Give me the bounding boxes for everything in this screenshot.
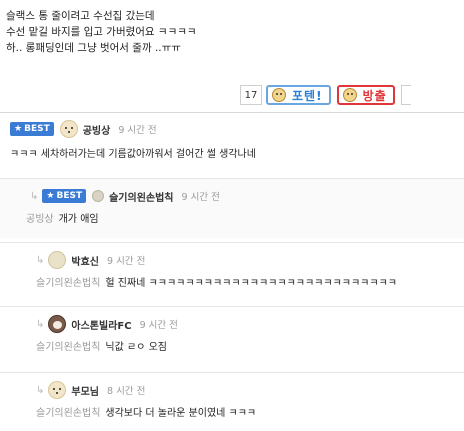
post-line: 수선 맡길 바지를 입고 가버렸어요 ㅋㅋㅋㅋ xyxy=(6,26,197,38)
comment-text: 슬기의왼손법칙 닉값 ㄹㅇ 오짐 xyxy=(36,342,167,353)
downvote-label: 방출 xyxy=(362,88,387,103)
comment: ★ BEST 공빙상 9 시간 전 ㅋㅋㅋ 세차하러가는데 기름값아까워서 걸어간… xyxy=(0,118,464,162)
reply-arrow-icon: ↳ xyxy=(36,254,45,266)
reaction-bar: 17 포텐! 방출 xyxy=(240,84,411,106)
reply-arrow-icon: ↳ xyxy=(30,190,39,202)
best-badge: ★ BEST xyxy=(10,122,54,136)
smile-face-icon xyxy=(272,88,286,102)
sad-face-icon xyxy=(342,88,357,102)
reply-arrow-icon: ↳ xyxy=(36,384,45,396)
divider xyxy=(0,112,464,113)
comment-time: 8 시간 전 xyxy=(107,386,146,397)
reaction-count: 17 xyxy=(240,85,262,105)
post-line: 하.. 롱패딩인데 그냥 벗어서 줄까 ..ㅠㅠ xyxy=(6,42,181,54)
star-icon: ★ xyxy=(14,124,23,134)
comment-time: 9 시간 전 xyxy=(181,192,220,203)
comment-header: ★ BEST 공빙상 9 시간 전 xyxy=(10,118,464,140)
post-line: 슬랙스 통 줄이려고 수선집 갔는데 xyxy=(6,10,155,22)
best-badge: ★ BEST xyxy=(42,189,87,203)
comment-author[interactable]: 아스톤빌라FC xyxy=(71,317,131,332)
comment-text: 공빙상 개가 애임 xyxy=(26,214,99,225)
star-icon: ★ xyxy=(46,191,55,201)
comment-time: 9 시간 전 xyxy=(118,125,157,136)
upvote-button[interactable]: 포텐! xyxy=(266,85,331,105)
comment-header: ↳ 부모님 8 시간 전 xyxy=(36,379,464,401)
comment-time: 9 시간 전 xyxy=(139,320,178,331)
comment-text: ㅋㅋㅋ 세차하러가는데 기름값아까워서 걸어간 썰 생각나네 xyxy=(10,149,256,160)
comment-author[interactable]: 부모님 xyxy=(71,383,99,398)
more-button-edge xyxy=(400,85,411,105)
downvote-button[interactable]: 방출 xyxy=(336,85,395,105)
comment-reply: ↳ 아스톤빌라FC 9 시간 전 슬기의왼손법칙 닉값 ㄹㅇ 오짐 xyxy=(0,306,464,366)
mention[interactable]: 슬기의왼손법칙 xyxy=(36,408,100,419)
avatar[interactable] xyxy=(48,381,67,399)
comment-author[interactable]: 슬기의왼손법칙 xyxy=(109,189,173,204)
avatar[interactable] xyxy=(92,190,105,202)
avatar[interactable] xyxy=(59,120,78,138)
comment-reply: ↳ 부모님 8 시간 전 슬기의왼손법칙 생각보다 더 놀라운 분이였네 ㅋㅋㅋ xyxy=(0,372,464,431)
avatar[interactable] xyxy=(48,251,67,269)
comment-header: ↳ ★ BEST 슬기의왼손법칙 9 시간 전 xyxy=(30,185,464,207)
upvote-label: 포텐! xyxy=(292,88,323,103)
comment-reply: ↳ ★ BEST 슬기의왼손법칙 9 시간 전 공빙상 개가 애임 xyxy=(0,178,464,238)
comment-text: 슬기의왼손법칙 헐 진짜네 ㅋㅋㅋㅋㅋㅋㅋㅋㅋㅋㅋㅋㅋㅋㅋㅋㅋㅋㅋㅋㅋㅋㅋㅋㅋㅋㅋ xyxy=(36,278,397,289)
reply-arrow-icon: ↳ xyxy=(36,318,45,330)
post-body: 슬랙스 통 줄이려고 수선집 갔는데 수선 맡길 바지를 입고 가버렸어요 ㅋㅋ… xyxy=(6,8,446,56)
comment-author[interactable]: 공빙상 xyxy=(83,122,111,137)
mention[interactable]: 슬기의왼손법칙 xyxy=(36,278,100,289)
mention[interactable]: 슬기의왼손법칙 xyxy=(36,342,100,353)
comment-time: 9 시간 전 xyxy=(107,256,146,267)
comment-reply: ↳ 박효신 9 시간 전 슬기의왼손법칙 헐 진짜네 ㅋㅋㅋㅋㅋㅋㅋㅋㅋㅋㅋㅋㅋㅋ… xyxy=(0,242,464,300)
comment-author[interactable]: 박효신 xyxy=(71,253,99,268)
comment-header: ↳ 박효신 9 시간 전 xyxy=(36,249,464,271)
mention[interactable]: 공빙상 xyxy=(26,214,54,225)
comment-text: 슬기의왼손법칙 생각보다 더 놀라운 분이였네 ㅋㅋㅋ xyxy=(36,408,257,419)
avatar[interactable] xyxy=(48,315,67,333)
comment-header: ↳ 아스톤빌라FC 9 시간 전 xyxy=(36,313,464,335)
